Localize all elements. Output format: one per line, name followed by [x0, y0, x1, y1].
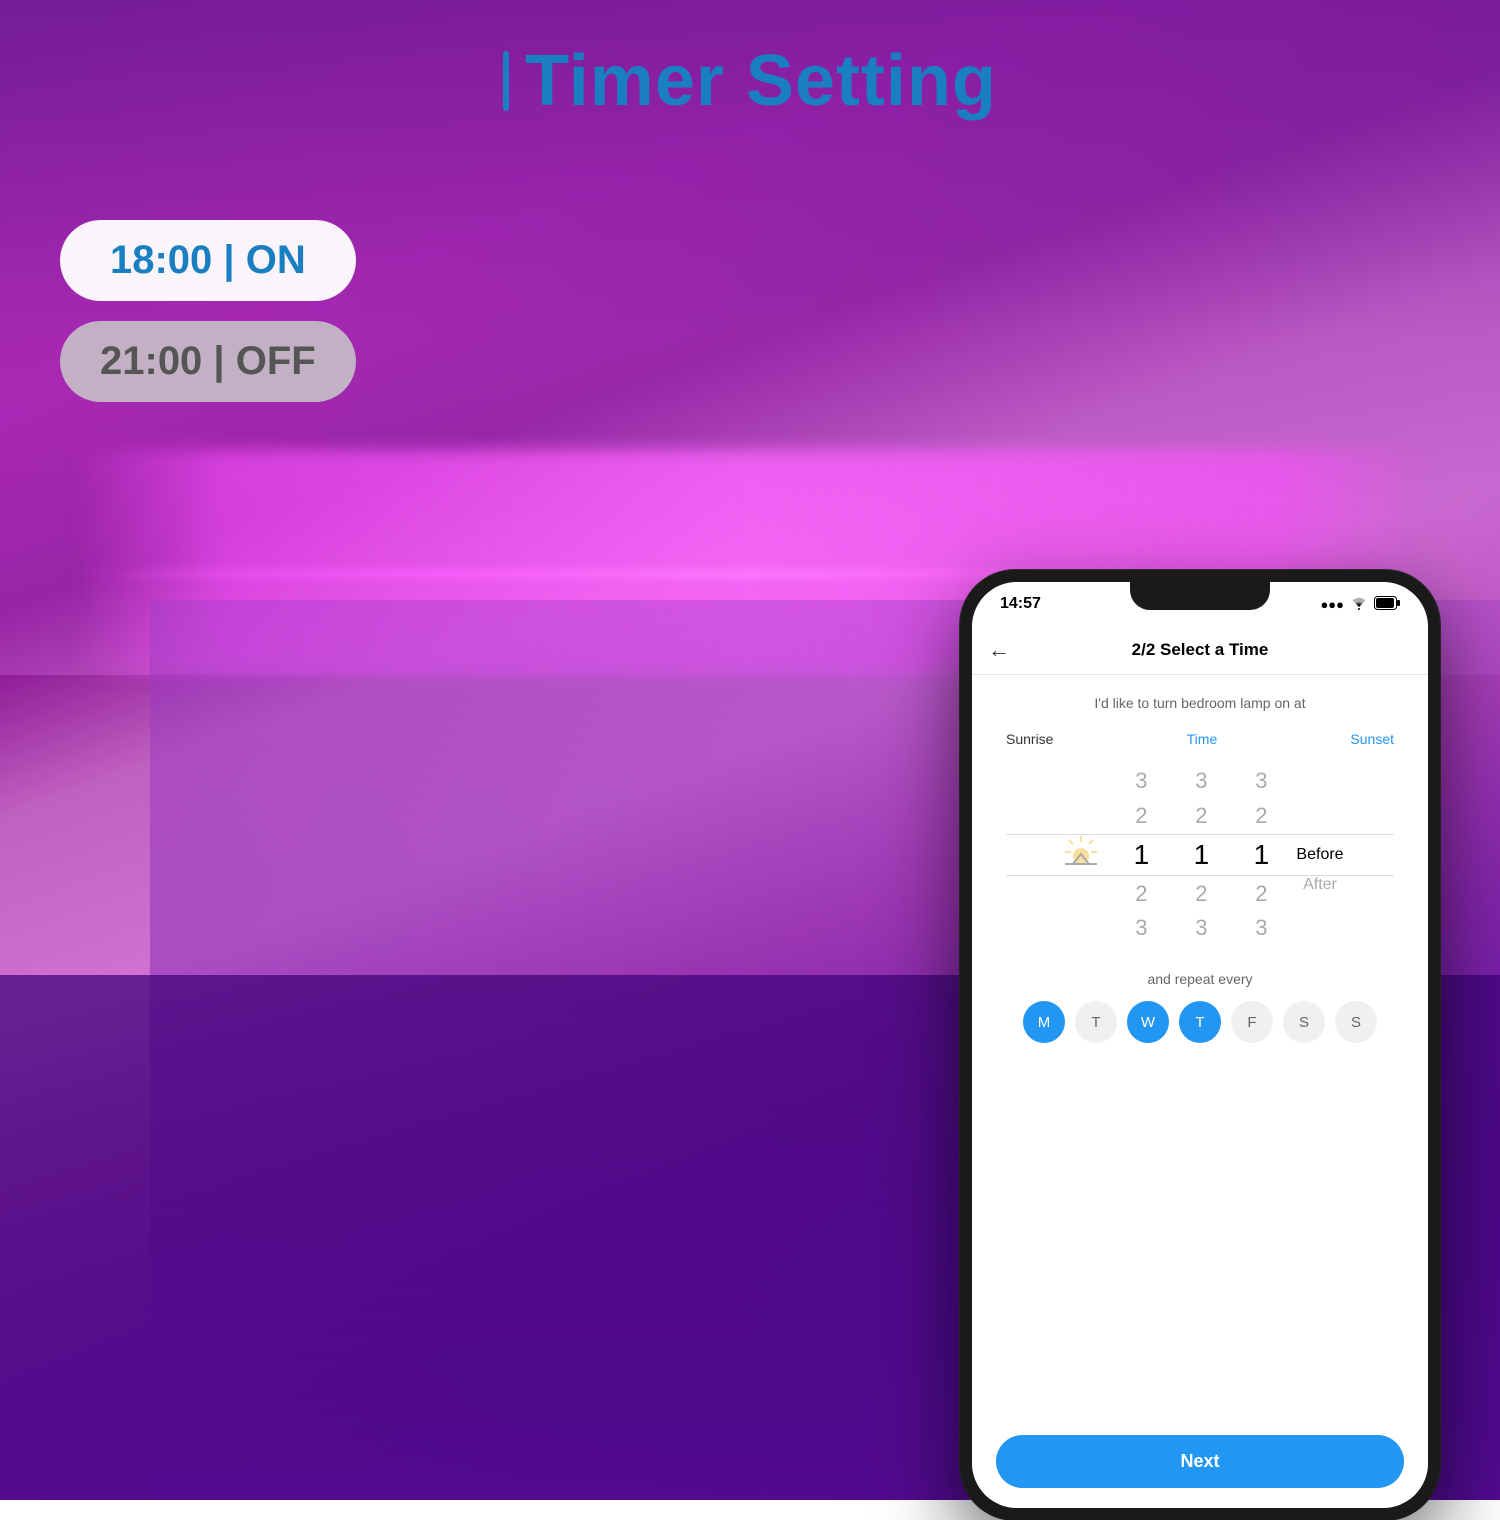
title-bar-icon	[503, 51, 509, 111]
day-sunday[interactable]: S	[1335, 1001, 1377, 1043]
picker-item: 2	[1236, 801, 1286, 832]
wifi-icon	[1350, 596, 1368, 613]
timer-on-badge: 18:00 | ON	[60, 220, 356, 301]
day-monday[interactable]: M	[1023, 1001, 1065, 1043]
picker-item: 3	[1236, 766, 1286, 797]
before-after-selected: Before	[1296, 842, 1343, 868]
time-options-row: Sunrise Time Sunset	[996, 731, 1404, 747]
phone-notch	[1130, 582, 1270, 610]
picker-item: 2	[1236, 879, 1286, 910]
subtitle-text: I'd like to turn bedroom lamp on at	[996, 695, 1404, 711]
before-after-col[interactable]: Before After	[1296, 783, 1343, 927]
day-label: F	[1247, 1014, 1256, 1031]
phone-inner: 14:57 ●●●	[972, 582, 1428, 1508]
app-content: I'd like to turn bedroom lamp on at Sunr…	[972, 675, 1428, 1063]
phone-outer: 14:57 ●●●	[960, 570, 1440, 1520]
battery-icon	[1374, 596, 1400, 613]
time-label[interactable]: Time	[1187, 731, 1218, 747]
timer-off-label: 21:00 | OFF	[100, 339, 316, 383]
picker-col-right[interactable]: 3 2 1 2 3	[1236, 766, 1286, 944]
day-label: S	[1299, 1014, 1309, 1031]
picker-item: 2	[1116, 879, 1166, 910]
sunrise-col	[1056, 832, 1106, 879]
day-label: W	[1141, 1014, 1155, 1031]
picker-col-center[interactable]: 3 2 1 2 3	[1176, 766, 1226, 944]
timer-on-label: 18:00 | ON	[110, 238, 306, 282]
page-title-area: Timer Setting	[0, 40, 1500, 122]
repeat-section: and repeat every M T W	[996, 971, 1404, 1043]
app-main: I'd like to turn bedroom lamp on at Sunr…	[972, 675, 1428, 1415]
picker-item: 3	[1236, 913, 1286, 944]
day-label: T	[1091, 1014, 1100, 1031]
day-saturday[interactable]: S	[1283, 1001, 1325, 1043]
header-title: 2/2 Select a Time	[1132, 640, 1269, 660]
next-btn-container: Next	[972, 1415, 1428, 1508]
before-after-item	[1318, 813, 1322, 839]
day-label: S	[1351, 1014, 1361, 1031]
repeat-label: and repeat every	[996, 971, 1404, 987]
signal-icon: ●●●	[1320, 597, 1344, 612]
sunrise-label[interactable]: Sunrise	[1006, 731, 1053, 747]
timer-off-badge: 21:00 | OFF	[60, 321, 356, 402]
picker-item: 2	[1176, 801, 1226, 832]
scroll-picker[interactable]: 3 2 1 2 3 3 2 1 2	[996, 755, 1404, 955]
app-header: ← 2/2 Select a Time	[972, 626, 1428, 675]
day-friday[interactable]: F	[1231, 1001, 1273, 1043]
days-row: M T W T	[996, 1001, 1404, 1043]
phone-container: 14:57 ●●●	[960, 570, 1440, 1520]
app-screen: 14:57 ●●●	[972, 582, 1428, 1508]
page-title: Timer Setting	[525, 40, 997, 122]
next-button[interactable]: Next	[996, 1435, 1404, 1488]
picker-item: 3	[1176, 913, 1226, 944]
picker-item: 3	[1116, 913, 1166, 944]
day-wednesday[interactable]: W	[1127, 1001, 1169, 1043]
day-label: T	[1195, 1014, 1204, 1031]
back-button[interactable]: ←	[988, 637, 1010, 663]
picker-item: 2	[1176, 879, 1226, 910]
timer-badges: 18:00 | ON 21:00 | OFF	[60, 220, 356, 402]
before-after-item	[1318, 783, 1322, 809]
picker-item-selected: 1	[1116, 835, 1166, 874]
picker-col-left[interactable]: 3 2 1 2 3	[1116, 766, 1166, 944]
day-tuesday[interactable]: T	[1075, 1001, 1117, 1043]
picker-item-selected: 1	[1236, 835, 1286, 874]
picker-item-selected: 1	[1176, 835, 1226, 874]
before-after-item	[1318, 901, 1322, 927]
sunset-label[interactable]: Sunset	[1350, 731, 1394, 747]
day-thursday[interactable]: T	[1179, 1001, 1221, 1043]
status-icons: ●●●	[1320, 596, 1400, 613]
picker-item: 3	[1116, 766, 1166, 797]
before-after-item: After	[1303, 872, 1337, 898]
picker-item: 2	[1116, 801, 1166, 832]
status-time: 14:57	[1000, 595, 1041, 613]
day-label: M	[1038, 1014, 1051, 1031]
picker-item: 3	[1176, 766, 1226, 797]
